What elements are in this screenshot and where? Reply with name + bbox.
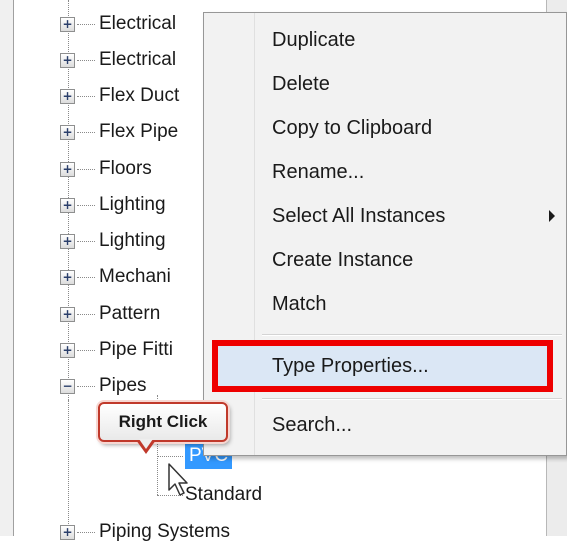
tree-item-pattern[interactable]: + Pattern bbox=[60, 300, 160, 328]
tree-item-lighting-1[interactable]: + Lighting bbox=[60, 191, 166, 219]
tree-item-pipes[interactable]: − Pipes bbox=[60, 372, 147, 400]
tree-item-electrical-2[interactable]: + Electrical bbox=[60, 46, 176, 74]
tree-item-label: Electrical bbox=[99, 13, 177, 34]
menu-separator bbox=[262, 334, 562, 336]
tree-dotted-connector bbox=[77, 276, 95, 278]
expander-plus-icon[interactable]: + bbox=[60, 197, 75, 213]
expander-minus-icon[interactable]: − bbox=[60, 378, 75, 394]
expander-plus-icon[interactable]: + bbox=[60, 269, 75, 285]
menu-item-copy-to-clipboard[interactable]: Copy to Clipboard bbox=[272, 110, 432, 146]
expander-plus-icon[interactable]: + bbox=[60, 161, 75, 177]
tree-connector-line bbox=[68, 400, 69, 536]
mouse-pointer-icon bbox=[168, 463, 188, 496]
tree-dotted-connector bbox=[77, 131, 95, 133]
expander-plus-icon[interactable]: + bbox=[60, 524, 75, 540]
menu-item-search[interactable]: Search... bbox=[272, 407, 352, 443]
menu-item-duplicate[interactable]: Duplicate bbox=[272, 22, 355, 58]
tree-dotted-connector bbox=[77, 168, 95, 170]
expander-plus-icon[interactable]: + bbox=[60, 124, 75, 140]
menu-item-delete[interactable]: Delete bbox=[272, 66, 330, 102]
menu-item-select-all-instances[interactable]: Select All Instances bbox=[272, 198, 445, 234]
tree-dotted-connector bbox=[77, 385, 95, 387]
tree-item-label: Floors bbox=[99, 158, 152, 179]
tree-dotted-connector bbox=[77, 95, 95, 97]
tree-dotted-connector bbox=[77, 313, 95, 315]
expander-plus-icon[interactable]: + bbox=[60, 88, 75, 104]
expander-plus-icon[interactable]: + bbox=[60, 306, 75, 322]
tree-item-label: Pipes bbox=[99, 375, 147, 396]
tree-item-electrical-1[interactable]: + Electrical bbox=[60, 10, 176, 38]
expander-plus-icon[interactable]: + bbox=[60, 52, 75, 68]
tree-item-mechanical[interactable]: + Mechani bbox=[60, 263, 171, 291]
menu-separator bbox=[262, 398, 562, 400]
expander-plus-icon[interactable]: + bbox=[60, 342, 75, 358]
tree-item-label: Flex Pipe bbox=[99, 121, 179, 142]
menu-item-rename[interactable]: Rename... bbox=[272, 154, 364, 190]
menu-item-match[interactable]: Match bbox=[272, 286, 326, 322]
expander-plus-icon[interactable]: + bbox=[60, 16, 75, 32]
tree-item-label: Lighting bbox=[99, 194, 166, 215]
tree-dotted-connector bbox=[77, 23, 95, 25]
tree-dotted-connector bbox=[77, 240, 95, 242]
tree-item-label: Pipe Fitti bbox=[99, 339, 173, 360]
tree-dotted-connector bbox=[77, 204, 95, 206]
callout-tail-fill bbox=[139, 439, 153, 449]
tree-item-floors[interactable]: + Floors bbox=[60, 155, 152, 183]
annotation-highlight-box bbox=[212, 340, 553, 392]
tree-item-label: Lighting bbox=[99, 230, 166, 251]
tree-dotted-connector bbox=[157, 455, 183, 457]
submenu-arrow-icon bbox=[549, 210, 555, 222]
tree-item-label: Piping Systems bbox=[99, 521, 230, 542]
right-click-callout: Right Click bbox=[98, 402, 228, 442]
tree-item-flex-pipe[interactable]: + Flex Pipe bbox=[60, 118, 178, 146]
tree-child-label: Standard bbox=[185, 484, 263, 505]
tree-item-label: Pattern bbox=[99, 303, 161, 324]
tree-item-flex-duct[interactable]: + Flex Duct bbox=[60, 82, 179, 110]
tree-item-label: Flex Duct bbox=[99, 85, 180, 106]
expander-plus-icon[interactable]: + bbox=[60, 233, 75, 249]
tree-item-label: Electrical bbox=[99, 49, 177, 70]
tree-item-pipe-fittings[interactable]: + Pipe Fitti bbox=[60, 336, 173, 364]
tree-item-piping-systems[interactable]: + Piping Systems bbox=[60, 518, 230, 546]
tree-item-label: Mechani bbox=[99, 266, 171, 287]
tree-item-lighting-2[interactable]: + Lighting bbox=[60, 227, 166, 255]
tree-dotted-connector bbox=[77, 59, 95, 61]
menu-item-create-instance[interactable]: Create Instance bbox=[272, 242, 413, 278]
tree-dotted-connector bbox=[77, 531, 95, 533]
tree-dotted-connector bbox=[77, 349, 95, 351]
